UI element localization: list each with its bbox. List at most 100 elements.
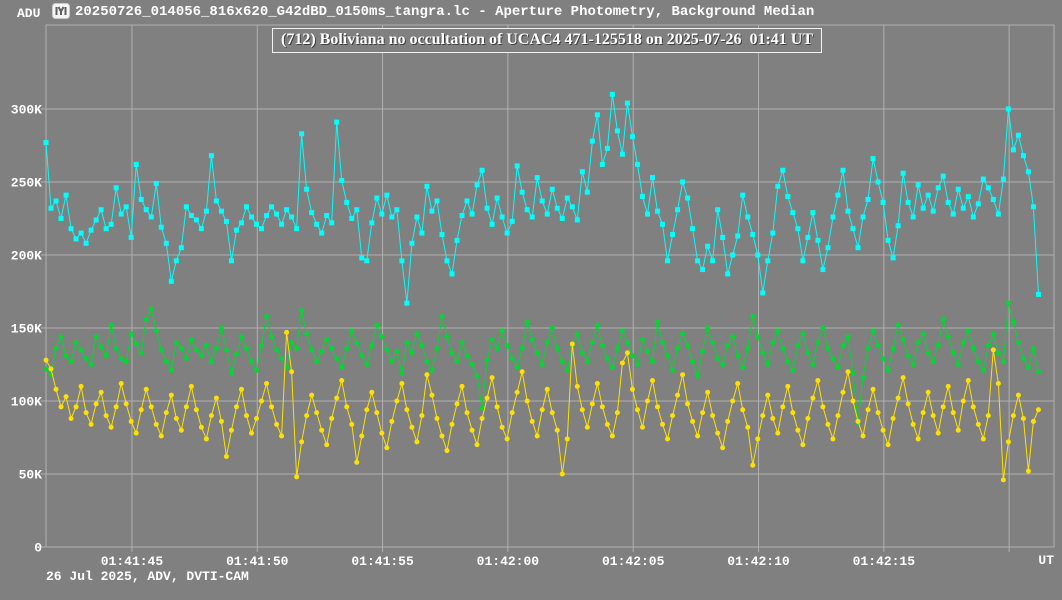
data-point-yellow[interactable]: [304, 413, 309, 418]
data-point-yellow[interactable]: [369, 390, 374, 395]
data-point-cyan[interactable]: [535, 175, 540, 180]
data-point-yellow[interactable]: [1036, 407, 1041, 412]
data-point-green[interactable]: [144, 317, 149, 322]
data-point-cyan[interactable]: [294, 226, 299, 231]
data-point-cyan[interactable]: [785, 194, 790, 199]
data-point-cyan[interactable]: [840, 168, 845, 173]
data-point-green[interactable]: [139, 350, 144, 355]
data-point-green[interactable]: [620, 328, 625, 333]
data-point-cyan[interactable]: [434, 198, 439, 203]
data-point-green[interactable]: [675, 346, 680, 351]
data-point-cyan[interactable]: [1031, 204, 1036, 209]
data-point-yellow[interactable]: [535, 434, 540, 439]
data-point-green[interactable]: [705, 325, 710, 330]
data-point-yellow[interactable]: [324, 442, 329, 447]
data-point-green[interactable]: [274, 347, 279, 352]
data-point-yellow[interactable]: [510, 410, 515, 415]
data-point-yellow[interactable]: [104, 413, 109, 418]
data-point-yellow[interactable]: [520, 369, 525, 374]
data-point-yellow[interactable]: [389, 419, 394, 424]
data-point-yellow[interactable]: [750, 463, 755, 468]
data-point-cyan[interactable]: [384, 193, 389, 198]
data-point-green[interactable]: [84, 356, 89, 361]
data-point-cyan[interactable]: [234, 228, 239, 233]
data-point-yellow[interactable]: [610, 434, 615, 439]
data-point-yellow[interactable]: [926, 390, 931, 395]
data-point-yellow[interactable]: [660, 422, 665, 427]
data-point-yellow[interactable]: [179, 428, 184, 433]
data-point-cyan[interactable]: [996, 212, 1001, 217]
data-point-yellow[interactable]: [550, 410, 555, 415]
data-point-yellow[interactable]: [525, 398, 530, 403]
data-point-green[interactable]: [399, 371, 404, 376]
data-point-yellow[interactable]: [109, 425, 114, 430]
data-point-yellow[interactable]: [745, 425, 750, 430]
data-point-yellow[interactable]: [740, 407, 745, 412]
data-point-cyan[interactable]: [344, 200, 349, 205]
data-point-yellow[interactable]: [294, 474, 299, 479]
data-point-green[interactable]: [59, 334, 64, 339]
data-point-yellow[interactable]: [1006, 439, 1011, 444]
data-point-cyan[interactable]: [830, 215, 835, 220]
data-point-yellow[interactable]: [59, 404, 64, 409]
data-point-yellow[interactable]: [84, 410, 89, 415]
data-point-cyan[interactable]: [495, 196, 500, 201]
data-point-cyan[interactable]: [134, 162, 139, 167]
data-point-yellow[interactable]: [334, 396, 339, 401]
data-point-cyan[interactable]: [404, 301, 409, 306]
data-point-cyan[interactable]: [941, 174, 946, 179]
data-point-cyan[interactable]: [349, 216, 354, 221]
data-point-cyan[interactable]: [560, 216, 565, 221]
data-point-green[interactable]: [775, 328, 780, 333]
data-point-cyan[interactable]: [44, 140, 49, 145]
data-point-green[interactable]: [991, 331, 996, 336]
data-point-green[interactable]: [450, 350, 455, 355]
data-point-green[interactable]: [876, 343, 881, 348]
data-point-green[interactable]: [249, 359, 254, 364]
data-point-yellow[interactable]: [580, 407, 585, 412]
data-point-green[interactable]: [99, 344, 104, 349]
data-point-green[interactable]: [299, 308, 304, 313]
data-point-cyan[interactable]: [615, 128, 620, 133]
data-point-green[interactable]: [886, 368, 891, 373]
data-point-cyan[interactable]: [269, 204, 274, 209]
data-point-green[interactable]: [324, 337, 329, 342]
data-point-green[interactable]: [134, 342, 139, 347]
data-point-yellow[interactable]: [590, 401, 595, 406]
data-point-cyan[interactable]: [705, 244, 710, 249]
data-point-cyan[interactable]: [450, 271, 455, 276]
data-point-yellow[interactable]: [555, 428, 560, 433]
data-point-green[interactable]: [1006, 301, 1011, 306]
data-point-yellow[interactable]: [1031, 419, 1036, 424]
data-point-yellow[interactable]: [805, 416, 810, 421]
data-point-green[interactable]: [911, 362, 916, 367]
data-point-green[interactable]: [164, 359, 169, 364]
data-point-yellow[interactable]: [455, 401, 460, 406]
data-point-yellow[interactable]: [490, 375, 495, 380]
data-point-cyan[interactable]: [109, 222, 114, 227]
data-point-green[interactable]: [685, 343, 690, 348]
data-point-green[interactable]: [785, 359, 790, 364]
data-point-cyan[interactable]: [239, 220, 244, 225]
data-point-yellow[interactable]: [570, 342, 575, 347]
data-point-green[interactable]: [625, 340, 630, 345]
data-point-green[interactable]: [359, 353, 364, 358]
data-point-cyan[interactable]: [1021, 153, 1026, 158]
data-point-green[interactable]: [244, 346, 249, 351]
data-point-yellow[interactable]: [450, 422, 455, 427]
data-point-cyan[interactable]: [490, 222, 495, 227]
data-point-cyan[interactable]: [695, 258, 700, 263]
data-point-yellow[interactable]: [124, 401, 129, 406]
data-point-green[interactable]: [745, 346, 750, 351]
data-point-yellow[interactable]: [194, 407, 199, 412]
data-point-yellow[interactable]: [800, 442, 805, 447]
data-point-green[interactable]: [444, 334, 449, 339]
data-point-green[interactable]: [254, 368, 259, 373]
data-point-green[interactable]: [439, 314, 444, 319]
data-point-cyan[interactable]: [740, 193, 745, 198]
data-point-green[interactable]: [565, 368, 570, 373]
data-point-cyan[interactable]: [530, 215, 535, 220]
data-point-green[interactable]: [229, 371, 234, 376]
data-point-cyan[interactable]: [84, 241, 89, 246]
data-point-cyan[interactable]: [565, 196, 570, 201]
